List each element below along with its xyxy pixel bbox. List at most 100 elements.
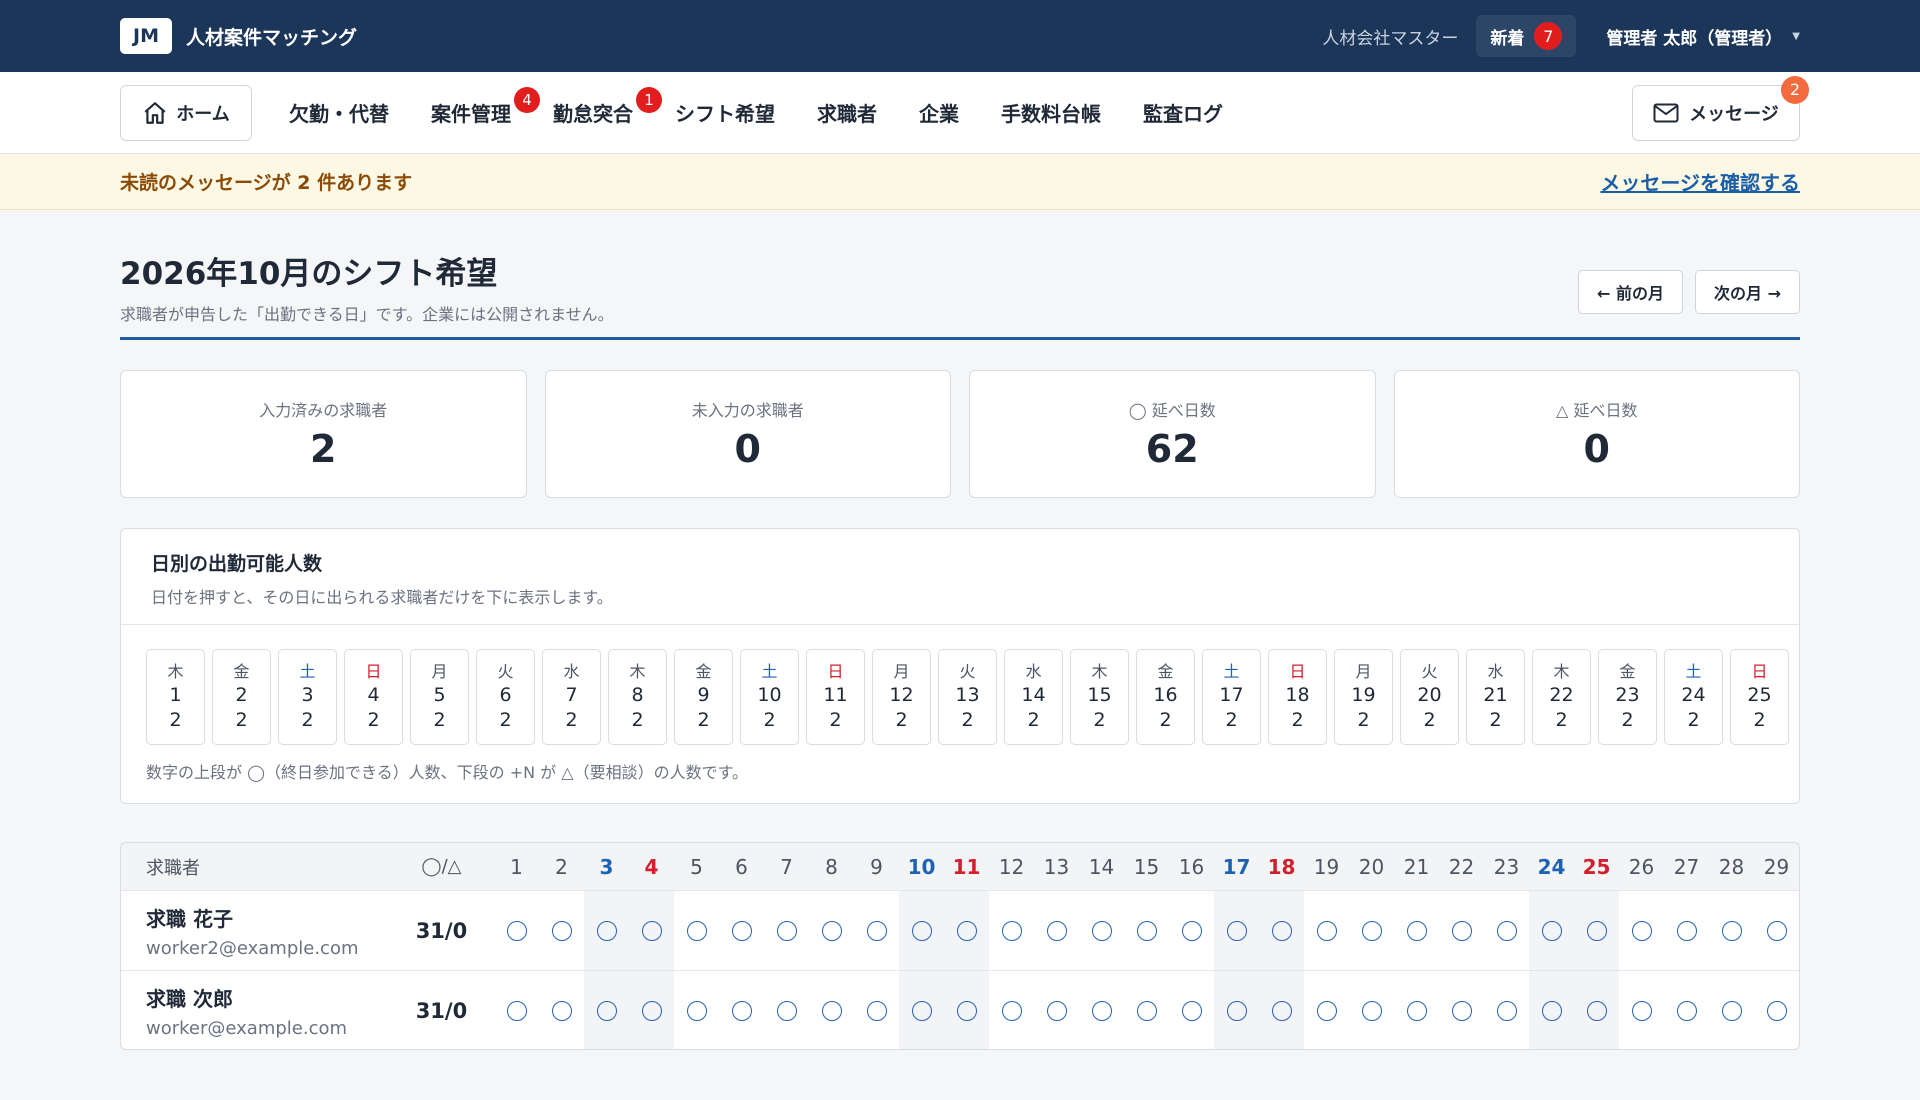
day-cell[interactable]: 火 20 2: [1400, 649, 1459, 745]
shift-cell[interactable]: [1349, 891, 1394, 970]
shift-cell[interactable]: [1034, 971, 1079, 1049]
nav-item[interactable]: 欠勤・代替: [268, 85, 410, 141]
shift-cell[interactable]: [1169, 891, 1214, 970]
shift-cell[interactable]: [944, 891, 989, 970]
day-cell[interactable]: 日 25 2: [1730, 649, 1789, 745]
day-cell[interactable]: 木 1 2: [146, 649, 205, 745]
home-button[interactable]: ホーム: [120, 84, 252, 141]
nav-item[interactable]: 監査ログ: [1122, 85, 1244, 141]
shift-cell[interactable]: [1259, 891, 1304, 970]
shift-cell[interactable]: [1214, 971, 1259, 1049]
shift-cell[interactable]: [1079, 891, 1124, 970]
shift-cell[interactable]: [584, 891, 629, 970]
app-title[interactable]: 人材案件マッチング: [186, 23, 357, 50]
day-cell[interactable]: 水 14 2: [1004, 649, 1063, 745]
shift-cell[interactable]: [1484, 891, 1529, 970]
shift-cell[interactable]: [899, 971, 944, 1049]
shift-cell[interactable]: [1709, 971, 1754, 1049]
nav-item[interactable]: 手数料台帳: [980, 85, 1122, 141]
shift-cell[interactable]: [494, 891, 539, 970]
shift-cell[interactable]: [854, 971, 899, 1049]
shift-cell[interactable]: [944, 971, 989, 1049]
shift-cell[interactable]: [1079, 971, 1124, 1049]
shift-cell[interactable]: [1439, 971, 1484, 1049]
shift-cell[interactable]: [1484, 971, 1529, 1049]
shift-cell[interactable]: [1529, 891, 1574, 970]
day-cell[interactable]: 月 19 2: [1334, 649, 1393, 745]
table-row[interactable]: 求職 次郎 worker@example.com 31/0: [121, 971, 1799, 1049]
day-cell[interactable]: 土 3 2: [278, 649, 337, 745]
day-cell[interactable]: 木 22 2: [1532, 649, 1591, 745]
shift-cell[interactable]: [899, 891, 944, 970]
check-messages-link[interactable]: メッセージを確認する: [1600, 167, 1800, 196]
day-cell[interactable]: 月 12 2: [872, 649, 931, 745]
day-cell[interactable]: 日 18 2: [1268, 649, 1327, 745]
shift-cell[interactable]: [1664, 891, 1709, 970]
shift-cell[interactable]: [1124, 971, 1169, 1049]
shift-cell[interactable]: [989, 971, 1034, 1049]
day-cell[interactable]: 土 10 2: [740, 649, 799, 745]
shift-cell[interactable]: [1349, 971, 1394, 1049]
shift-cell[interactable]: [674, 891, 719, 970]
shift-cell[interactable]: [1304, 891, 1349, 970]
shift-cell[interactable]: [1709, 891, 1754, 970]
shift-cell[interactable]: [494, 971, 539, 1049]
shift-cell[interactable]: [1124, 891, 1169, 970]
shift-cell[interactable]: [539, 891, 584, 970]
shift-cell[interactable]: [1214, 891, 1259, 970]
nav-item[interactable]: 求職者: [796, 85, 898, 141]
messages-button[interactable]: メッセージ 2: [1632, 75, 1809, 141]
day-cell[interactable]: 火 6 2: [476, 649, 535, 745]
shift-cell[interactable]: [764, 971, 809, 1049]
day-cell[interactable]: 土 24 2: [1664, 649, 1723, 745]
shift-cell[interactable]: [584, 971, 629, 1049]
shift-cell[interactable]: [764, 891, 809, 970]
shift-cell[interactable]: [809, 891, 854, 970]
shift-cell[interactable]: [854, 891, 899, 970]
shift-cell[interactable]: [629, 971, 674, 1049]
worker-name[interactable]: 求職 次郎: [146, 983, 389, 1012]
shift-cell[interactable]: [1394, 971, 1439, 1049]
shift-cell[interactable]: [629, 891, 674, 970]
shift-cell[interactable]: [1529, 971, 1574, 1049]
nav-item[interactable]: シフト希望: [654, 85, 796, 141]
day-cell[interactable]: 水 7 2: [542, 649, 601, 745]
shift-cell[interactable]: [1619, 971, 1664, 1049]
day-cell[interactable]: 水 21 2: [1466, 649, 1525, 745]
shift-cell[interactable]: [1394, 891, 1439, 970]
shift-cell[interactable]: [1574, 891, 1619, 970]
day-cell[interactable]: 金 2 2: [212, 649, 271, 745]
nav-item[interactable]: 勤怠突合 1: [532, 85, 662, 141]
prev-month-button[interactable]: ← 前の月: [1578, 270, 1684, 314]
day-cell[interactable]: 木 15 2: [1070, 649, 1129, 745]
day-cell[interactable]: 日 11 2: [806, 649, 865, 745]
day-cell[interactable]: 金 16 2: [1136, 649, 1195, 745]
day-cell[interactable]: 木 8 2: [608, 649, 667, 745]
nav-item[interactable]: 案件管理 4: [410, 85, 540, 141]
table-row[interactable]: 求職 花子 worker2@example.com 31/0: [121, 891, 1799, 971]
shift-cell[interactable]: [1619, 891, 1664, 970]
shift-cell[interactable]: [1034, 891, 1079, 970]
day-cell[interactable]: 土 17 2: [1202, 649, 1261, 745]
next-month-button[interactable]: 次の月 →: [1695, 270, 1800, 314]
shift-cell[interactable]: [1754, 971, 1799, 1049]
shift-cell[interactable]: [1439, 891, 1484, 970]
shift-cell[interactable]: [719, 971, 764, 1049]
day-cell[interactable]: 金 23 2: [1598, 649, 1657, 745]
shift-cell[interactable]: [1259, 971, 1304, 1049]
day-cell[interactable]: 火 13 2: [938, 649, 997, 745]
day-cell[interactable]: 日 4 2: [344, 649, 403, 745]
shift-cell[interactable]: [989, 891, 1034, 970]
shift-cell[interactable]: [674, 971, 719, 1049]
nav-item[interactable]: 企業: [898, 85, 980, 141]
day-cell[interactable]: 金 9 2: [674, 649, 733, 745]
shift-cell[interactable]: [1304, 971, 1349, 1049]
shift-cell[interactable]: [1754, 891, 1799, 970]
worker-name[interactable]: 求職 花子: [146, 903, 389, 932]
shift-cell[interactable]: [809, 971, 854, 1049]
day-cell[interactable]: 月 5 2: [410, 649, 469, 745]
shift-cell[interactable]: [719, 891, 764, 970]
shift-cell[interactable]: [1574, 971, 1619, 1049]
shift-cell[interactable]: [1664, 971, 1709, 1049]
shift-cell[interactable]: [539, 971, 584, 1049]
